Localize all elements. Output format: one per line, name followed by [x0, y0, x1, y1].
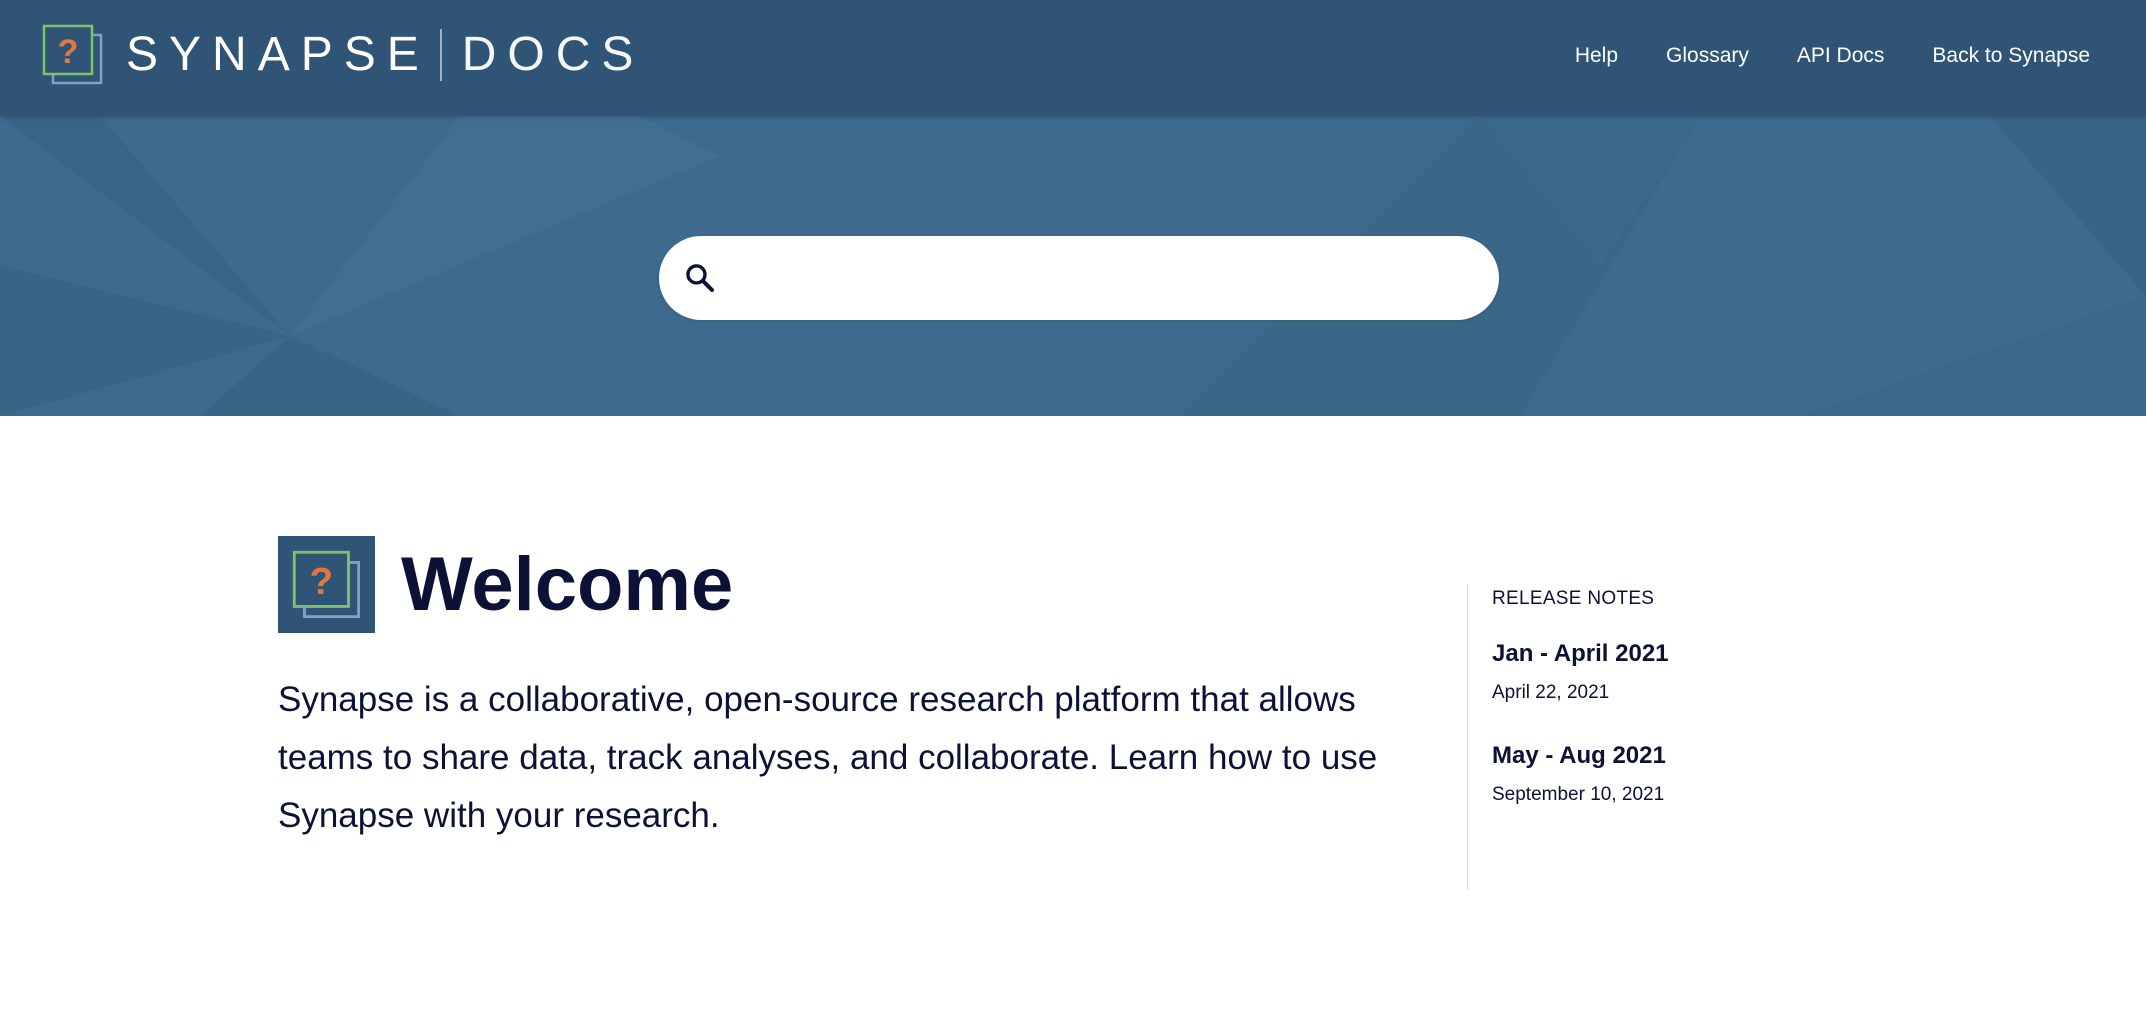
- nav-link-back-to-synapse[interactable]: Back to Synapse: [1932, 44, 2090, 68]
- top-navigation-bar: ? SYNAPSE DOCS Help Glossary API Docs Ba…: [0, 0, 2146, 116]
- release-note-item[interactable]: Jan - April 2021 April 22, 2021: [1492, 640, 1787, 704]
- nav-link-glossary[interactable]: Glossary: [1666, 44, 1749, 68]
- hero-banner: [0, 116, 2146, 416]
- release-note-title[interactable]: May - Aug 2021: [1492, 742, 1787, 770]
- synapse-logo-icon: ?: [42, 24, 104, 86]
- primary-nav: Help Glossary API Docs Back to Synapse: [1527, 0, 2090, 112]
- svg-text:?: ?: [58, 33, 79, 71]
- brand-docs-label: DOCS: [461, 28, 645, 81]
- search-bar[interactable]: [659, 236, 1499, 320]
- welcome-logo-icon: ?: [278, 536, 375, 633]
- search-input[interactable]: [731, 248, 1471, 308]
- svg-text:?: ?: [309, 560, 332, 603]
- nav-link-api-docs[interactable]: API Docs: [1797, 44, 1885, 68]
- welcome-header: ? Welcome: [278, 536, 1418, 633]
- brand-home-link[interactable]: ? SYNAPSE DOCS: [42, 24, 644, 86]
- release-notes-panel: RELEASE NOTES Jan - April 2021 April 22,…: [1467, 584, 1787, 890]
- release-note-date: April 22, 2021: [1492, 682, 1610, 703]
- release-notes-heading: RELEASE NOTES: [1492, 588, 1655, 609]
- welcome-description: Synapse is a collaborative, open-source …: [278, 680, 1378, 835]
- nav-link-help[interactable]: Help: [1575, 44, 1618, 68]
- brand-name: SYNAPSE: [126, 28, 430, 81]
- brand-divider: [439, 29, 442, 81]
- search-icon: [686, 264, 715, 293]
- page-title: Welcome: [401, 541, 734, 627]
- release-note-item[interactable]: May - Aug 2021 September 10, 2021: [1492, 742, 1787, 806]
- welcome-section: ? Welcome Synapse is a collaborative, op…: [278, 536, 1418, 845]
- release-note-title[interactable]: Jan - April 2021: [1492, 640, 1787, 668]
- release-note-date: September 10, 2021: [1492, 784, 1665, 805]
